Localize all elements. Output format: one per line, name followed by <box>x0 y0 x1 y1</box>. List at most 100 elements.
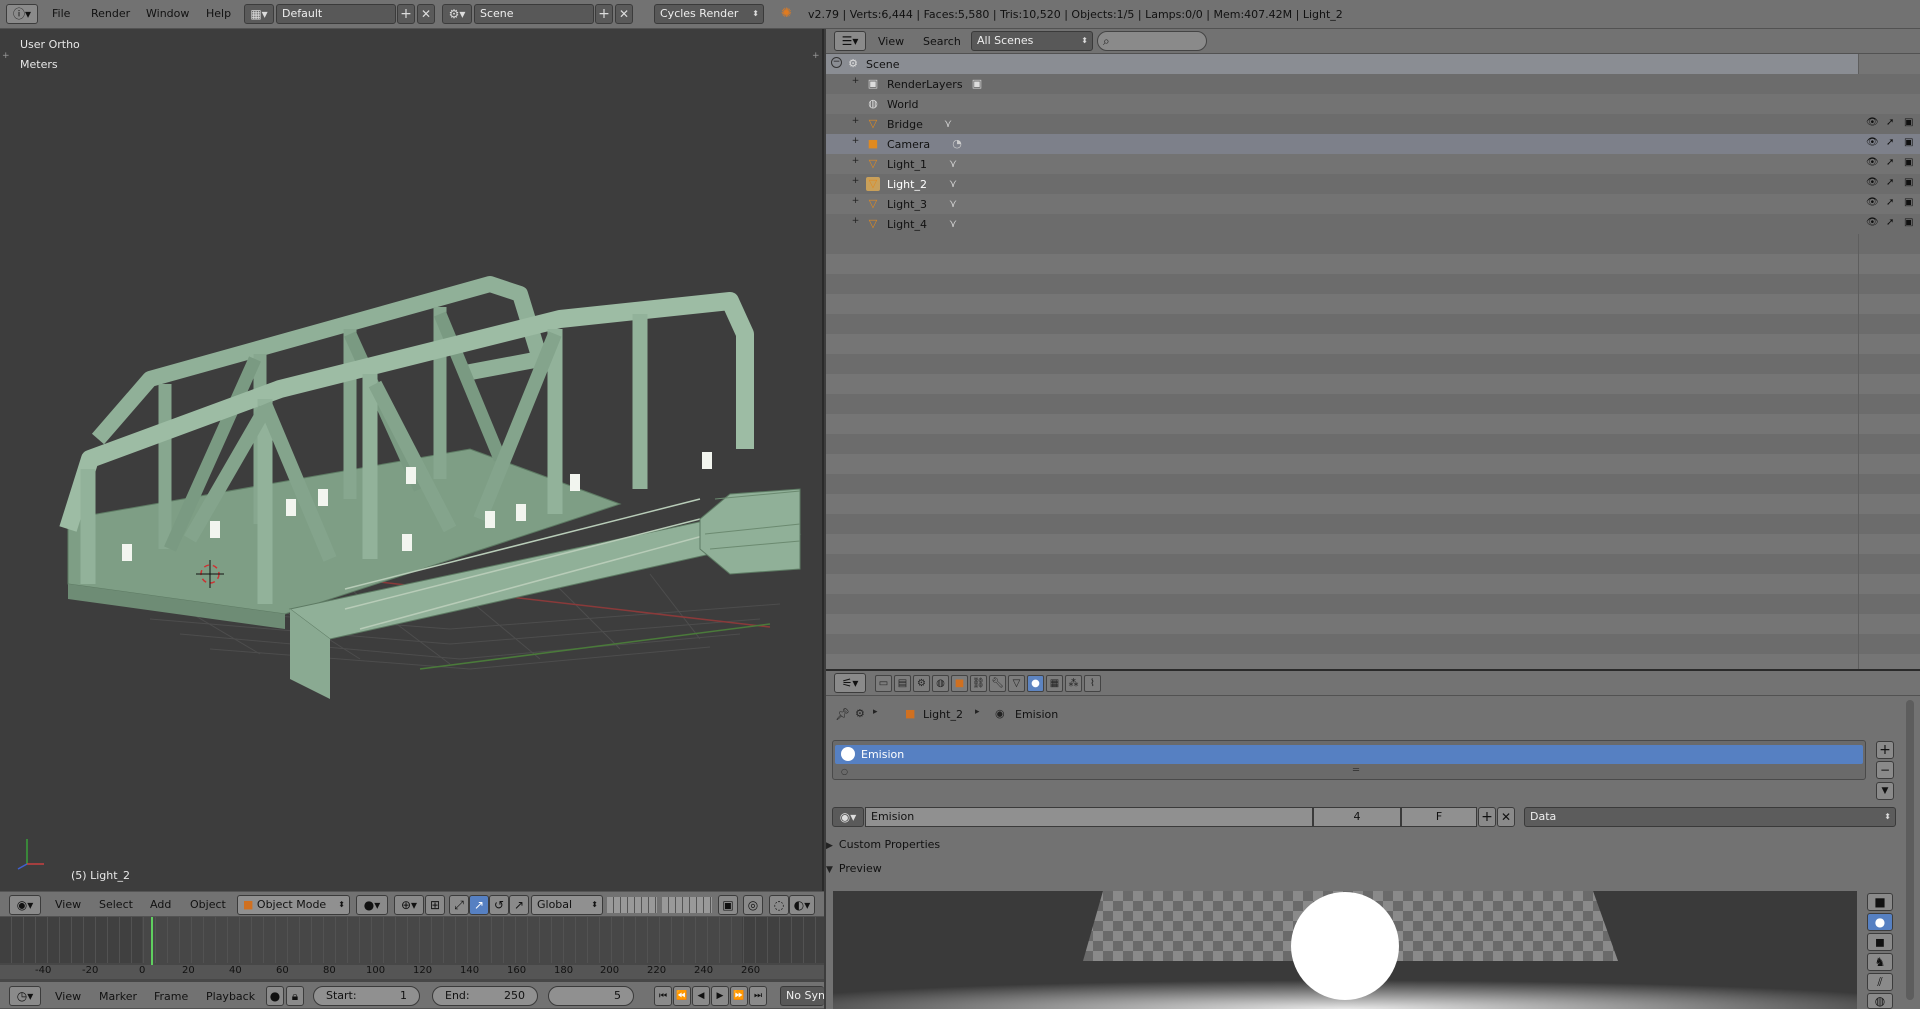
viewport-shading-button[interactable]: ●▾ <box>356 895 388 915</box>
scale-manipulator-icon[interactable]: ↗ <box>509 895 529 915</box>
constraints-tab-icon[interactable]: ⛓ <box>970 675 987 692</box>
rotate-manipulator-icon-2[interactable]: ↺ <box>489 895 509 915</box>
eye-icon[interactable]: 👁︎ <box>1866 157 1879 168</box>
preview-cube-icon[interactable]: ◼ <box>1867 933 1893 951</box>
menu-view[interactable]: View <box>878 35 904 48</box>
menu-search[interactable]: Search <box>923 35 961 48</box>
object-tab-icon[interactable]: ■ <box>951 675 968 692</box>
layers-grid-left[interactable] <box>607 897 657 913</box>
unlink-material-button[interactable]: ✕ <box>1497 807 1515 827</box>
fake-user-toggle[interactable]: F <box>1401 807 1477 827</box>
menu-playback[interactable]: Playback <box>206 990 255 1003</box>
menu-marker[interactable]: Marker <box>99 990 137 1003</box>
preview-flat-icon[interactable]: ■ <box>1867 893 1893 911</box>
material-browse-button[interactable]: ◉▾ <box>832 807 864 827</box>
renderlayers-tab-icon[interactable]: ▤ <box>894 675 911 692</box>
camera-render-icon[interactable]: ▣ <box>1904 197 1913 208</box>
cursor-icon[interactable]: ➚ <box>1886 137 1894 148</box>
camera-render-icon[interactable]: ▣ <box>1904 117 1913 128</box>
outliner-row-scene[interactable]: − ⚙ Scene <box>826 54 1858 74</box>
texture-tab-icon[interactable]: ▦ <box>1046 675 1063 692</box>
new-material-button[interactable]: + <box>1478 807 1496 827</box>
expand-icon[interactable]: + <box>850 77 861 88</box>
camera-render-icon[interactable]: ▣ <box>1904 177 1913 188</box>
modifiers-tab-icon[interactable]: 🔧︎ <box>989 675 1006 692</box>
play-reverse-icon[interactable]: ◀ <box>692 986 710 1006</box>
outliner-row-light-3[interactable]: + ▽ Light_3 ⋎ <box>826 194 1920 214</box>
current-frame-line[interactable] <box>151 917 153 967</box>
data-tab-icon[interactable]: ▽ <box>1008 675 1025 692</box>
outliner-row-renderlayers[interactable]: + ▣ RenderLayers ▣ <box>826 74 1920 94</box>
manipulator-toggle-button[interactable]: ⊞ <box>425 895 445 915</box>
preview-sky-icon[interactable]: ◍ <box>1867 993 1893 1009</box>
expand-icon[interactable]: + <box>850 177 861 188</box>
menu-view[interactable]: View <box>55 898 81 911</box>
remove-screen-button[interactable]: ✕ <box>417 4 435 24</box>
material-slot-item[interactable]: Emision <box>835 745 1863 764</box>
prev-keyframe-icon[interactable]: ⏪ <box>673 986 691 1006</box>
preview-monkey-icon[interactable]: ♞ <box>1867 953 1893 971</box>
slot-specials-button[interactable]: ▼ <box>1876 782 1894 800</box>
eye-icon[interactable]: 👁︎ <box>1866 137 1879 148</box>
physics-tab-icon[interactable]: ⌇ <box>1084 675 1101 692</box>
eye-icon[interactable]: 👁︎ <box>1866 197 1879 208</box>
menu-render[interactable]: Render <box>91 7 130 20</box>
next-keyframe-icon[interactable]: ⏩ <box>730 986 748 1006</box>
outliner-editor-type-button[interactable]: ☰▾ <box>834 31 866 51</box>
expand-icon[interactable]: + <box>850 157 861 168</box>
expand-icon[interactable]: + <box>850 217 861 228</box>
cursor-icon[interactable]: ➚ <box>1886 117 1894 128</box>
render-tab-icon[interactable]: ▭ <box>875 675 892 692</box>
cursor-icon[interactable]: ➚ <box>1886 177 1894 188</box>
properties-scrollbar[interactable] <box>1906 700 1914 1000</box>
preview-sphere-icon[interactable]: ● <box>1867 913 1893 931</box>
add-screen-button[interactable]: + <box>397 4 415 24</box>
timeline-editor-type-button[interactable]: ◷▾ <box>9 986 41 1006</box>
remove-scene-button[interactable]: ✕ <box>615 4 633 24</box>
screen-layout-icon[interactable]: ▦▾ <box>244 4 274 24</box>
world-tab-icon[interactable]: ◍ <box>932 675 949 692</box>
custom-properties-panel[interactable]: ▶ Custom Properties <box>826 838 1904 858</box>
outliner-row-light-2[interactable]: + ▽ Light_2 ⋎ <box>826 174 1920 194</box>
current-frame-field[interactable]: 5 <box>548 986 634 1006</box>
layers-grid-right[interactable] <box>662 897 712 913</box>
lock-layers-icon[interactable]: ▣ <box>718 895 738 915</box>
cursor-icon[interactable]: ➚ <box>1886 197 1894 208</box>
add-slot-button[interactable]: + <box>1876 741 1894 759</box>
menu-frame[interactable]: Frame <box>154 990 188 1003</box>
outliner-row-light-4[interactable]: + ▽ Light_4 ⋎ <box>826 214 1920 234</box>
breadcrumb-object[interactable]: Light_2 <box>923 708 963 721</box>
proportional-editing-icon[interactable]: ◎ <box>743 895 763 915</box>
eye-icon[interactable]: 👁︎ <box>1866 217 1879 228</box>
display-mode-dropdown[interactable]: All Scenes ⬍ <box>971 31 1093 51</box>
jump-end-icon[interactable]: ⏭ <box>749 986 767 1006</box>
material-name-field[interactable]: Emision <box>865 807 1313 827</box>
scene-icon[interactable]: ⚙▾ <box>442 4 472 24</box>
mode-dropdown[interactable]: ■ Object Mode ⬍ <box>237 895 350 915</box>
link-dropdown[interactable]: Data ⬍ <box>1524 807 1896 827</box>
material-tab-icon[interactable]: ● <box>1027 675 1044 692</box>
expand-icon[interactable]: + <box>850 137 861 148</box>
expand-icon[interactable]: + <box>850 197 861 208</box>
3d-viewport[interactable]: User Ortho Meters + + (5) Light_2 <box>0 29 824 891</box>
material-users-count[interactable]: 4 <box>1313 807 1401 827</box>
outliner-row-bridge[interactable]: + ▽ Bridge ⋎ <box>826 114 1920 134</box>
jump-start-icon[interactable]: ⏮ <box>654 986 672 1006</box>
end-frame-field[interactable]: End: 250 <box>432 986 538 1006</box>
remove-slot-button[interactable]: − <box>1876 761 1894 779</box>
info-editor-type-button[interactable]: ⓘ▾ <box>6 4 38 24</box>
list-filter-icon[interactable]: ○ <box>841 767 848 776</box>
timeline[interactable]: -40 -20 0 20 40 60 80 100 120 140 160 18… <box>0 917 824 1009</box>
menu-select[interactable]: Select <box>99 898 133 911</box>
list-resize-handle[interactable]: ═ <box>1353 765 1359 776</box>
pin-icon[interactable]: 📌︎ <box>835 707 850 721</box>
camera-render-icon[interactable]: ▣ <box>1904 137 1913 148</box>
particles-tab-icon[interactable]: ⁂ <box>1065 675 1082 692</box>
add-scene-button[interactable]: + <box>595 4 613 24</box>
menu-add[interactable]: Add <box>150 898 171 911</box>
menu-file[interactable]: File <box>52 7 70 20</box>
record-icon[interactable]: ● <box>266 986 284 1006</box>
orientation-dropdown[interactable]: Global ⬍ <box>531 895 603 915</box>
menu-object[interactable]: Object <box>190 898 226 911</box>
scene-tab-icon[interactable]: ⚙ <box>913 675 930 692</box>
